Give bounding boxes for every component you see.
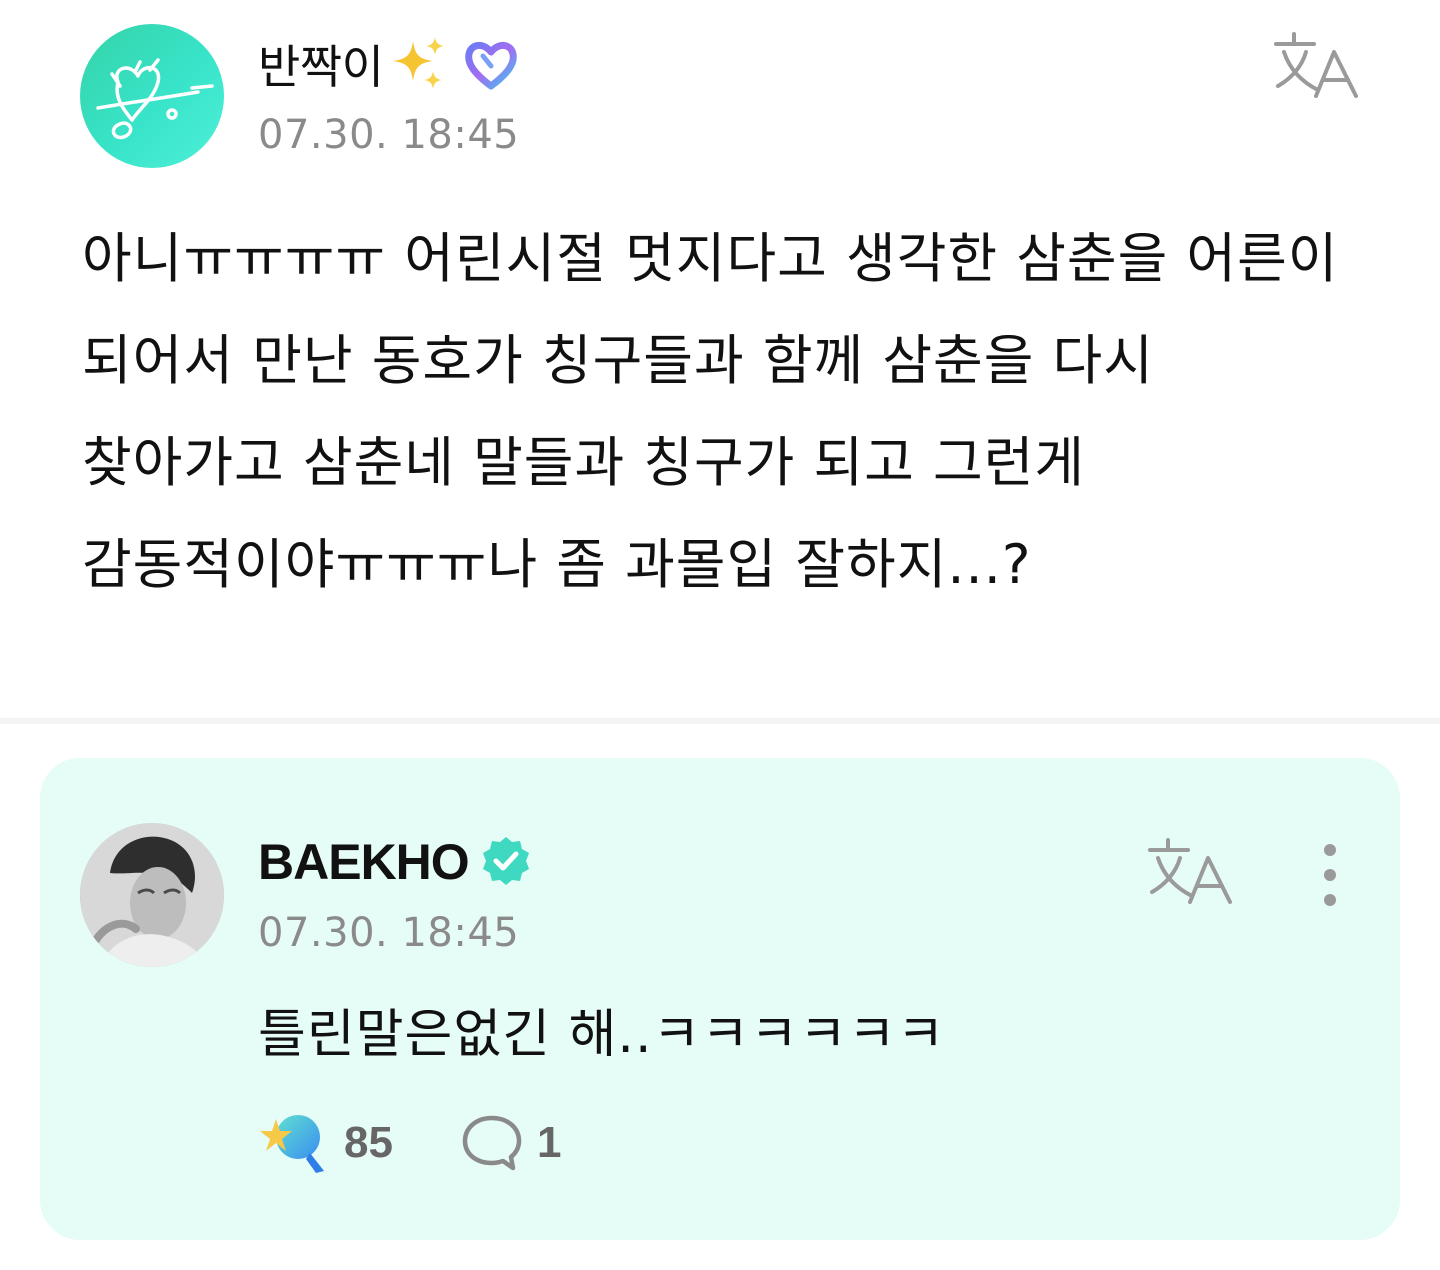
signature-heart-logo-icon <box>96 58 214 140</box>
more-options-icon[interactable] <box>1312 840 1348 910</box>
section-divider <box>0 718 1440 724</box>
author-name[interactable]: 반짝이 <box>258 31 384 97</box>
post-text: 아니ㅠㅠㅠㅠ 어린시절 멋지다고 생각한 삼춘을 어른이 되어서 만난 동호가 … <box>82 227 1339 596</box>
reply-timestamp: 07.30. 18:45 <box>258 910 520 956</box>
reply-actions: 85 1 <box>258 1108 561 1178</box>
sparkle-icon <box>393 37 445 89</box>
comment-icon[interactable] <box>459 1112 525 1174</box>
artist-name-row: BAEKHO <box>258 830 533 894</box>
reply-text: 틀린말은없긴 해..ㅋㅋㅋㅋㅋㅋ <box>258 1005 946 1065</box>
artist-avatar[interactable] <box>80 823 224 967</box>
verified-badge-icon <box>482 837 529 885</box>
membership-icon <box>465 42 518 90</box>
translate-icon[interactable] <box>1272 30 1362 102</box>
artist-name[interactable]: BAEKHO <box>258 833 470 891</box>
like-count: 85 <box>344 1118 393 1167</box>
translate-icon[interactable] <box>1146 836 1236 908</box>
author-name-row: 반짝이 <box>258 32 521 96</box>
artist-reply-card[interactable]: BAEKHO 07.30. 18:45 틀린말은없긴 해..ㅋㅋㅋㅋㅋㅋ 85 … <box>40 758 1400 1240</box>
like-icon[interactable] <box>258 1111 330 1175</box>
artist-photo <box>80 823 224 967</box>
post-timestamp: 07.30. 18:45 <box>258 112 520 158</box>
comment-count: 1 <box>536 1118 562 1167</box>
weverse-post-page: 반짝이 07.30. 18:45 아니ㅠㅠㅠㅠ 어린시절 멋지다고 생각한 삼춘… <box>0 0 1440 1270</box>
author-avatar[interactable] <box>80 24 224 168</box>
